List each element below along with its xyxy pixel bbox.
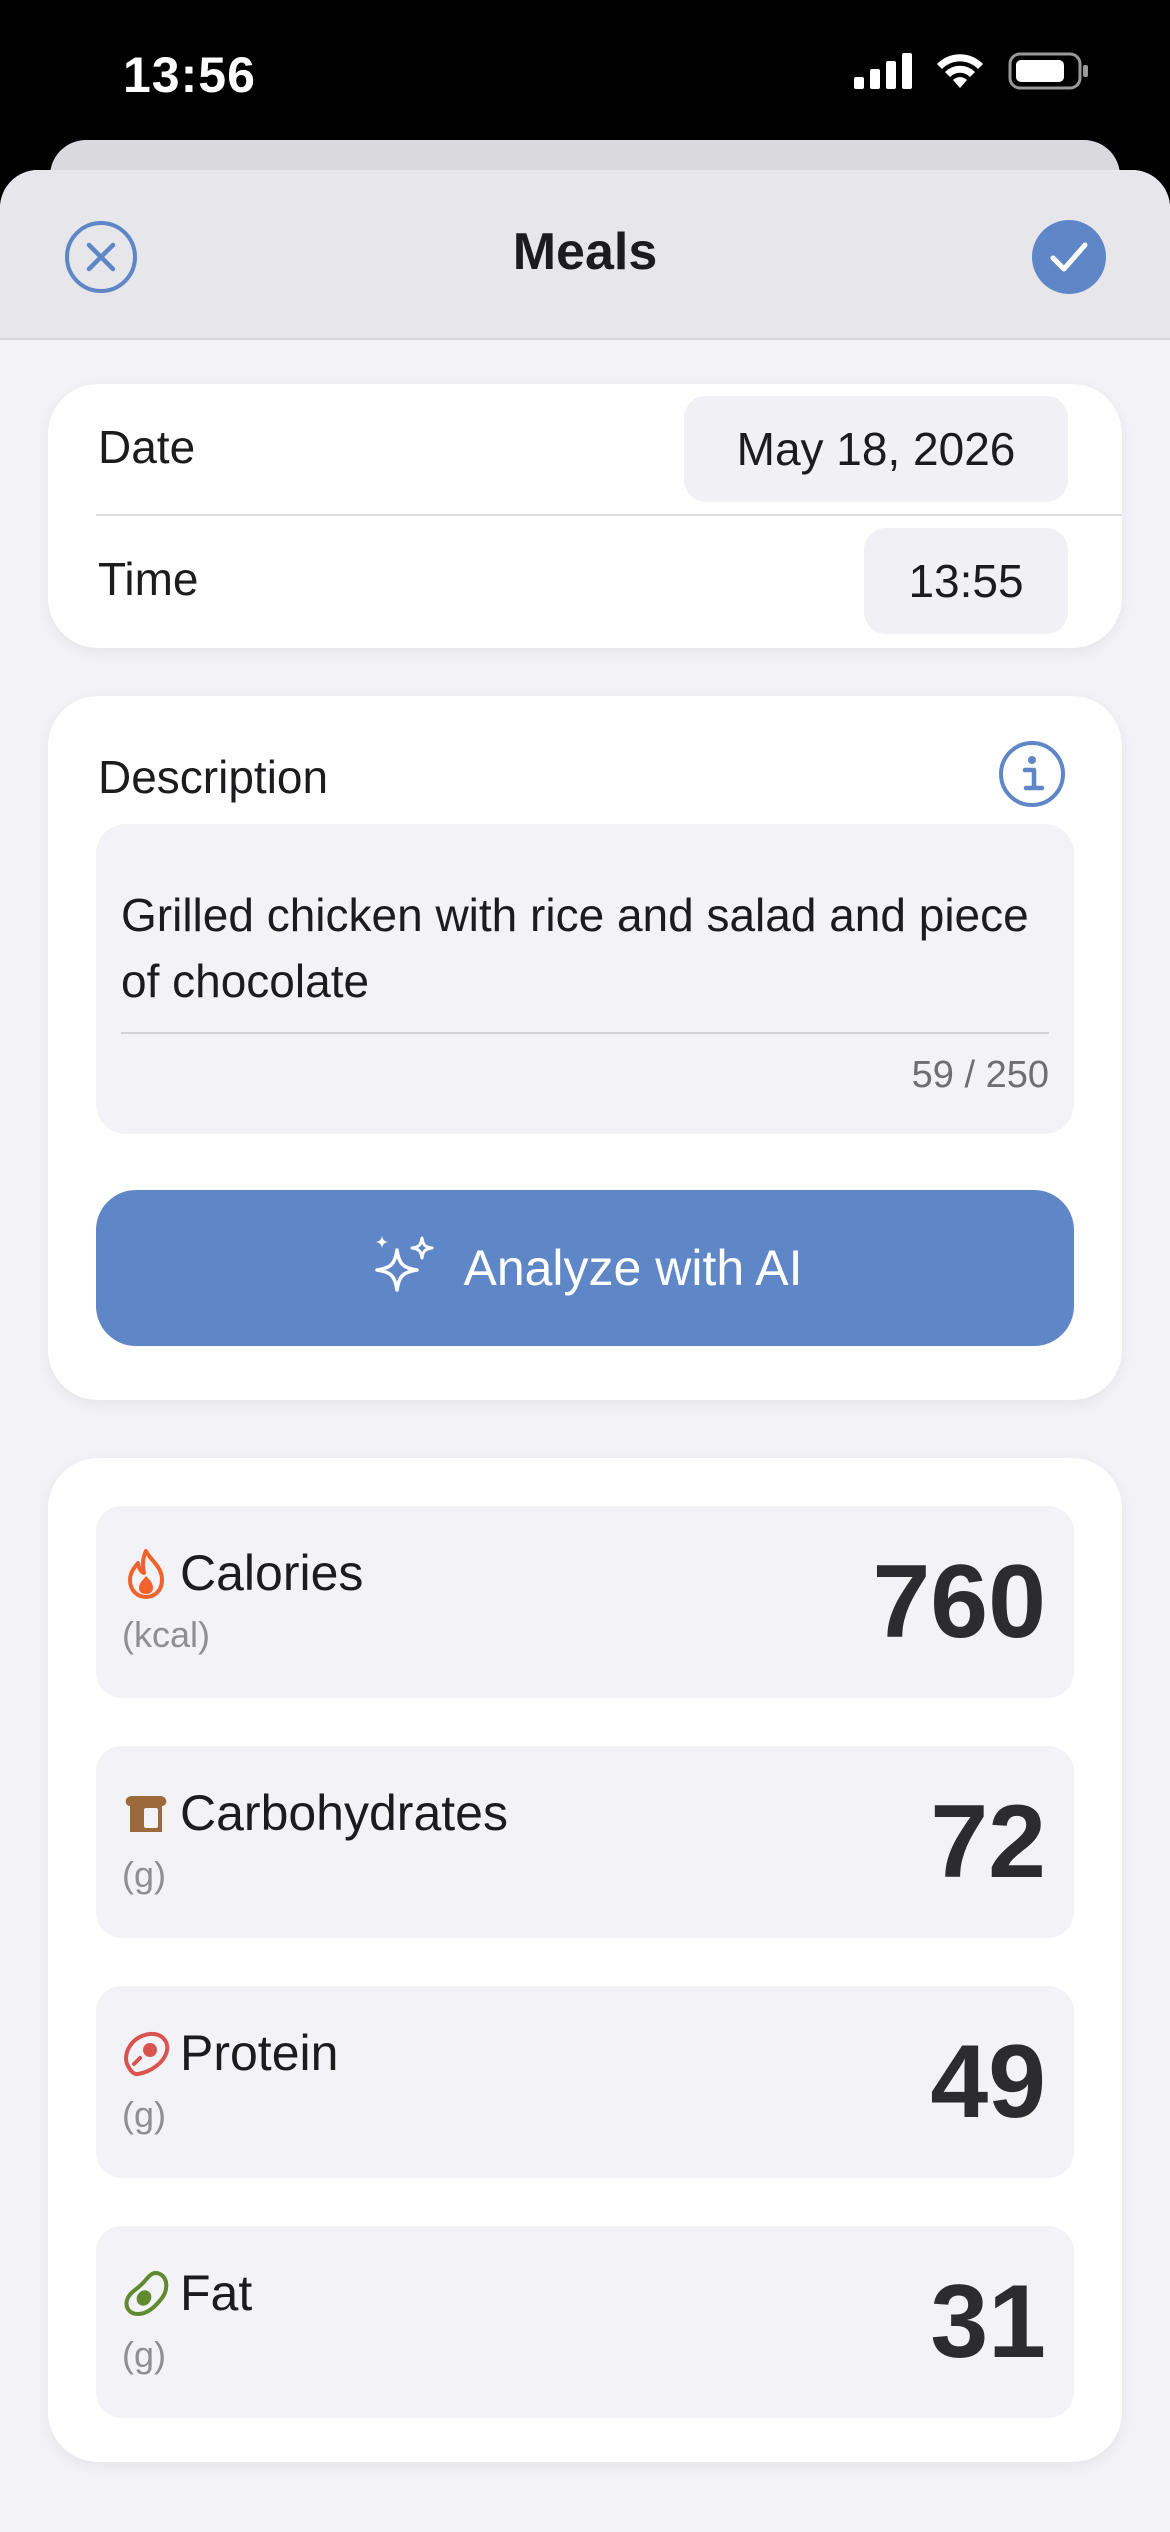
sparkles-icon	[375, 1236, 434, 1292]
steak-icon	[124, 2031, 170, 2077]
nutrient-value: 49	[930, 2024, 1046, 2140]
bread-icon	[125, 1796, 167, 1832]
date-picker[interactable]: May 18, 2026	[684, 396, 1068, 502]
status-icons	[854, 52, 1090, 90]
nutrient-unit: (g)	[122, 2334, 166, 2375]
save-button[interactable]	[1032, 220, 1106, 294]
navigation-bar: Meals	[0, 170, 1170, 340]
nutrient-unit: (kcal)	[122, 1614, 210, 1655]
carbohydrates-row[interactable]: Carbohydrates (g) 72	[96, 1746, 1074, 1938]
description-input[interactable]: Grilled chicken with rice and salad and …	[96, 824, 1074, 1134]
info-button[interactable]	[998, 740, 1066, 808]
protein-row[interactable]: Protein (g) 49	[96, 1986, 1074, 2178]
nutrition-card: Calories (kcal) 760 Carbohydrates (g) 72…	[48, 1458, 1122, 2462]
description-label: Description	[98, 751, 329, 803]
calories-row[interactable]: Calories (kcal) 760	[96, 1506, 1074, 1698]
analyze-button-label: Analyze with AI	[463, 1240, 803, 1296]
battery-icon	[1008, 52, 1088, 90]
status-bar: 13:56	[0, 0, 1170, 160]
input-underline	[121, 1032, 1049, 1034]
time-picker[interactable]: 13:55	[864, 528, 1068, 634]
fat-row[interactable]: Fat (g) 31	[96, 2226, 1074, 2418]
description-text: Grilled chicken with rice and salad and …	[121, 889, 1029, 1007]
meals-sheet: Meals Date May 18, 2026 Time 13:55 Descr…	[0, 170, 1170, 2532]
nutrient-unit: (g)	[122, 1854, 166, 1895]
description-card: Description Grilled chicken with rice an…	[48, 696, 1122, 1400]
nutrient-unit: (g)	[122, 2094, 166, 2135]
wifi-icon	[937, 54, 983, 88]
nutrient-value: 760	[872, 1544, 1046, 1660]
nutrient-label: Carbohydrates	[180, 1785, 508, 1841]
analyze-with-ai-button[interactable]: Analyze with AI	[96, 1190, 1074, 1346]
nutrient-label: Calories	[180, 1545, 364, 1601]
character-counter: 59 / 250	[911, 1054, 1049, 1096]
divider	[96, 514, 1122, 516]
time-label: Time	[98, 553, 199, 605]
nutrient-value: 31	[930, 2264, 1046, 2380]
cellular-signal-icon	[854, 53, 912, 89]
info-icon	[999, 741, 1065, 807]
status-time: 13:56	[123, 47, 256, 103]
nutrient-label: Protein	[180, 2025, 339, 2081]
page-title: Meals	[512, 223, 658, 281]
flame-icon	[128, 1549, 164, 1599]
nutrient-value: 72	[930, 1784, 1046, 1900]
datetime-card: Date May 18, 2026 Time 13:55	[48, 384, 1122, 648]
nutrient-label: Fat	[180, 2265, 253, 2321]
checkmark-icon	[1050, 242, 1088, 272]
date-label: Date	[98, 421, 196, 473]
avocado-icon	[124, 2271, 169, 2316]
